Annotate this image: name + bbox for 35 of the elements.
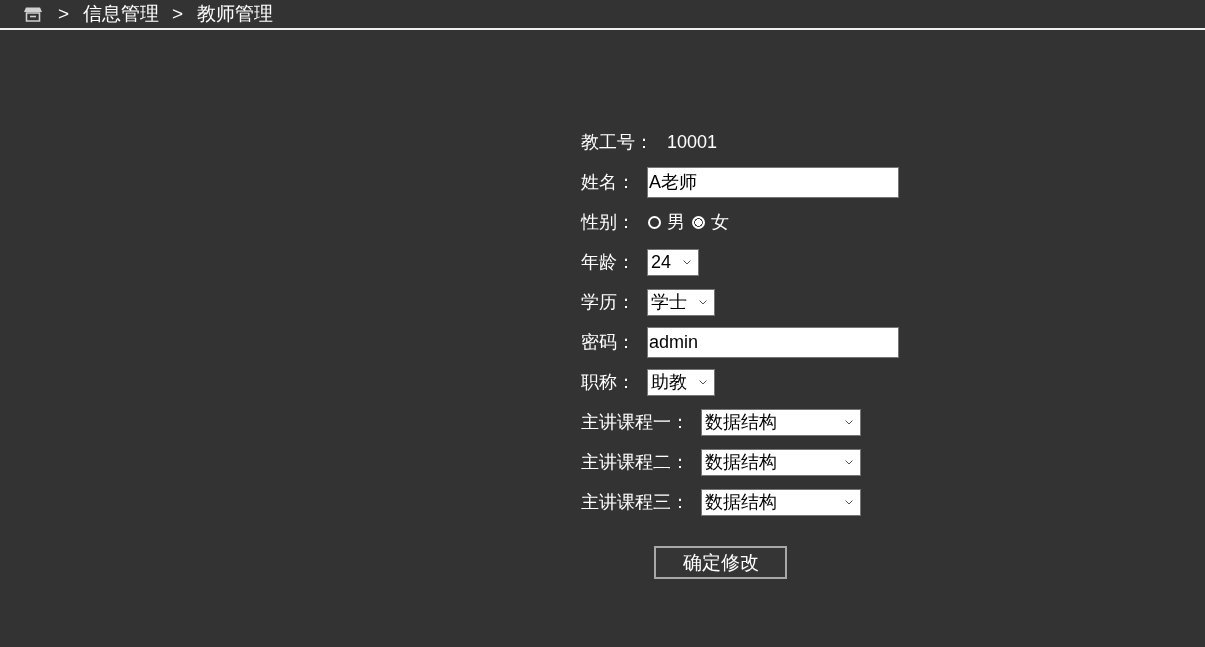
store-icon[interactable]	[24, 6, 42, 22]
dropdown[interactable]: 数据结构	[701, 448, 861, 476]
dropdown[interactable]: 数据结构	[701, 408, 861, 436]
submit-button[interactable]: 确定修改	[654, 546, 787, 579]
radio-label[interactable]: 女	[711, 210, 729, 234]
chevron-down-icon	[699, 379, 707, 385]
breadcrumb-separator: >	[172, 3, 184, 25]
field-label: 职称：	[581, 371, 635, 394]
field-label: 学历：	[581, 291, 635, 314]
breadcrumb-separator: >	[58, 3, 70, 25]
field-label: 年龄：	[581, 251, 635, 274]
chevron-down-icon	[683, 259, 692, 265]
field-label: 姓名：	[581, 171, 635, 194]
field-label: 性别：	[581, 211, 635, 234]
chevron-down-icon	[699, 299, 707, 305]
chevron-down-icon	[845, 419, 853, 425]
breadcrumb-link[interactable]: 信息管理	[83, 1, 160, 27]
radio-label[interactable]: 男	[667, 210, 685, 234]
field-label: 密码：	[581, 331, 635, 354]
chevron-down-icon	[845, 459, 853, 465]
field-label: 主讲课程一：	[581, 411, 689, 434]
text-input[interactable]: admin	[647, 326, 899, 358]
dropdown[interactable]: 助教	[647, 368, 715, 396]
chevron-down-icon	[845, 499, 853, 505]
dropdown[interactable]: 数据结构	[701, 488, 861, 516]
field-label: 主讲课程二：	[581, 451, 689, 474]
radio-button[interactable]	[692, 215, 705, 229]
dropdown[interactable]: 24	[647, 248, 700, 276]
field-label: 主讲课程三：	[581, 491, 689, 514]
radio-button[interactable]	[648, 215, 661, 229]
field-label: 教工号：	[581, 131, 653, 154]
dropdown[interactable]: 学士	[647, 288, 715, 316]
text-input[interactable]: A老师	[647, 166, 899, 198]
breadcrumb-link[interactable]: 教师管理	[197, 1, 274, 27]
field-value: 10001	[667, 131, 718, 153]
